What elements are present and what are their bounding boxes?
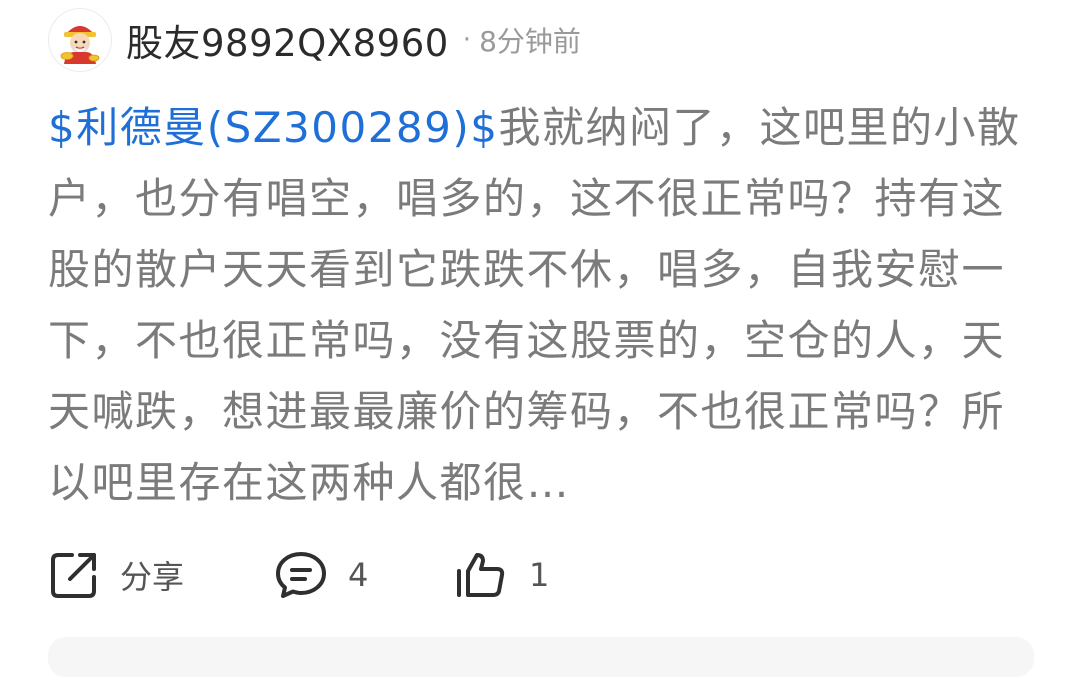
comment-button[interactable]: 4 <box>274 540 368 610</box>
thumbs-up-icon <box>457 553 505 597</box>
share-button[interactable]: 分享 <box>48 540 184 610</box>
stock-tag-link[interactable]: $利德曼(SZ300289)$ <box>48 103 498 152</box>
mascot-avatar-icon <box>60 26 100 64</box>
comment-count: 4 <box>348 556 369 594</box>
next-card-preview <box>48 637 1034 677</box>
post-text: 我就纳闷了，这吧里的小散户，也分有唱空，唱多的，这不很正常吗？持有这股的散户天天… <box>48 103 1021 507</box>
post-time: 8分钟前 <box>479 25 581 58</box>
share-icon <box>51 553 96 598</box>
comment-icon <box>276 552 326 598</box>
author-name[interactable]: 股友9892QX8960 <box>126 13 449 67</box>
action-bar: 分享 4 1 <box>48 540 1048 610</box>
like-button[interactable]: 1 <box>453 540 549 610</box>
post-header: 股友9892QX8960 · 8分钟前 <box>48 8 581 72</box>
avatar[interactable] <box>48 8 112 72</box>
meta-separator: · <box>462 25 472 55</box>
like-count: 1 <box>529 556 550 594</box>
post-content[interactable]: $利德曼(SZ300289)$我就纳闷了，这吧里的小散户，也分有唱空，唱多的，这… <box>48 92 1048 518</box>
share-label: 分享 <box>120 558 185 596</box>
